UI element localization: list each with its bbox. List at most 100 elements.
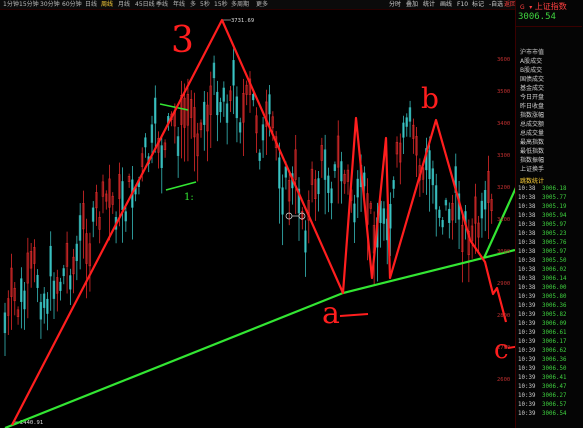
index-title[interactable]: G ▾ 上证指数 — [520, 1, 567, 12]
tick-time: 10:38 — [518, 213, 536, 219]
tb-overlay-button[interactable]: 叠加 — [406, 0, 418, 9]
candle-body — [62, 268, 65, 277]
trend-line-support — [4, 248, 515, 428]
tick-price: 3006.41 — [542, 375, 567, 381]
period-5sec-tab[interactable]: 5秒 — [200, 0, 210, 9]
period-15sec-tab[interactable]: 15秒 — [214, 0, 228, 9]
tick-row: 10:38 3006.18 — [518, 186, 582, 194]
tick-row: 10:38 3005.77 — [518, 195, 582, 203]
stat-label: 沪市市值 — [520, 49, 545, 56]
tick-price: 3005.23 — [542, 231, 567, 237]
tick-row: 10:38 3006.00 — [518, 285, 582, 293]
tick-price: 3005.77 — [542, 195, 567, 201]
period-monthly-tab[interactable]: 月线 — [118, 0, 130, 9]
stat-label: 今日开盘 — [520, 94, 545, 101]
stat-label: 最低指数 — [520, 148, 545, 155]
candle-body — [176, 136, 180, 156]
axis-label: 3400 — [497, 121, 511, 127]
period-yearly-tab[interactable]: 年线 — [173, 0, 185, 9]
candle-body — [444, 199, 448, 206]
candle-body — [238, 122, 242, 133]
tick-time: 10:38 — [518, 195, 536, 201]
tick-time: 10:38 — [518, 276, 536, 282]
candle-body — [216, 91, 219, 116]
stat-label: 昨日收盘 — [520, 103, 545, 110]
index-current-value: 3006.54 — [518, 12, 556, 22]
period-quarter-tab[interactable]: 季线 — [156, 0, 168, 9]
candle-body — [78, 215, 82, 241]
tick-time: 10:38 — [518, 204, 536, 210]
candle-body — [281, 187, 284, 215]
candle-body — [69, 275, 72, 290]
wave-label-a-tail — [339, 313, 369, 317]
candle-body — [278, 157, 281, 189]
tick-time: 10:39 — [518, 294, 536, 300]
tb-intraday-button[interactable]: 分时 — [389, 0, 401, 9]
tick-row: 10:39 3006.47 — [518, 384, 582, 392]
candle-body — [232, 60, 235, 86]
period-toolbar: 1分钟 15分钟 30分钟 60分钟 日线 周线 月线 45日线 季线 年线 多… — [0, 0, 583, 10]
candle-body — [36, 274, 39, 288]
candle-body — [304, 230, 307, 253]
high-price-label: 3731.69 — [231, 18, 254, 24]
period-daily-tab[interactable]: 日线 — [85, 0, 97, 9]
candle-body — [153, 97, 157, 124]
axis-label: 3500 — [497, 89, 511, 95]
period-multi-tab[interactable]: 多 — [190, 0, 196, 9]
stat-label: 最高指数 — [520, 139, 545, 146]
candle-body — [392, 180, 395, 189]
candlestick-series — [3, 47, 493, 357]
period-weekly-tab[interactable]: 周线 — [101, 0, 113, 9]
tb-draw-button[interactable]: 画线 — [440, 0, 452, 9]
tick-price: 3006.14 — [542, 276, 567, 282]
candle-body — [382, 208, 386, 224]
candle-body — [405, 117, 408, 127]
tick-time: 10:39 — [518, 330, 536, 336]
tick-time: 10:39 — [518, 384, 536, 390]
candle-body — [389, 203, 392, 229]
period-30min-tab[interactable]: 30分钟 — [40, 0, 60, 9]
tb-stats-button[interactable]: 统计 — [423, 0, 435, 9]
tick-price: 3006.27 — [542, 393, 567, 399]
tb-watchlist-button[interactable]: -自选 — [489, 0, 503, 9]
wave-label-a: a — [322, 296, 340, 331]
candle-body — [202, 101, 206, 125]
stat-label: 总成交量 — [520, 130, 545, 137]
tick-price: 3005.97 — [542, 249, 567, 255]
tick-time: 10:38 — [518, 258, 536, 264]
tick-row: 10:39 3006.57 — [518, 402, 582, 410]
candle-body — [431, 168, 435, 186]
period-multiperiod-tab[interactable]: 多周期 — [231, 0, 249, 9]
candle-body — [353, 203, 356, 223]
tick-row: 10:38 3005.97 — [518, 249, 582, 257]
candle-body — [480, 200, 484, 219]
candle-body — [447, 208, 451, 223]
candle-body — [20, 278, 23, 302]
candle-body — [261, 124, 265, 141]
tick-time: 10:39 — [518, 393, 536, 399]
tick-price: 3006.36 — [542, 303, 567, 309]
period-60min-tab[interactable]: 60分钟 — [62, 0, 82, 9]
period-15min-tab[interactable]: 15分钟 — [19, 0, 39, 9]
tb-mark-button[interactable]: 标记 — [472, 0, 484, 9]
tick-time: 10:39 — [518, 375, 536, 381]
tick-price: 3006.17 — [542, 339, 567, 345]
stat-label: 总成交额 — [520, 121, 545, 128]
period-45day-tab[interactable]: 45日线 — [135, 0, 155, 9]
tick-price: 3005.50 — [542, 258, 567, 264]
period-more-tab[interactable]: 更多 — [256, 0, 268, 9]
tick-row: 10:38 3005.23 — [518, 231, 582, 239]
candle-body — [434, 185, 438, 210]
price-axis: 3600 3500 3400 3300 3200 3100 3000 2900 … — [495, 10, 515, 428]
candle-body — [284, 166, 288, 178]
tick-time: 10:39 — [518, 357, 536, 363]
tick-row: 10:38 3005.19 — [518, 204, 582, 212]
tick-row: 10:39 3006.09 — [518, 321, 582, 329]
kline-chart[interactable]: 3731.69 2440.91 1: 3 a b c — [0, 10, 515, 428]
stat-label: 指数涨幅 — [520, 112, 545, 119]
tick-price: 3005.76 — [542, 240, 567, 246]
tb-f10-button[interactable]: F10 — [457, 0, 468, 9]
tick-row: 10:38 3005.50 — [518, 258, 582, 266]
period-1min-tab[interactable]: 1分钟 — [3, 0, 19, 9]
candle-body — [144, 137, 147, 148]
